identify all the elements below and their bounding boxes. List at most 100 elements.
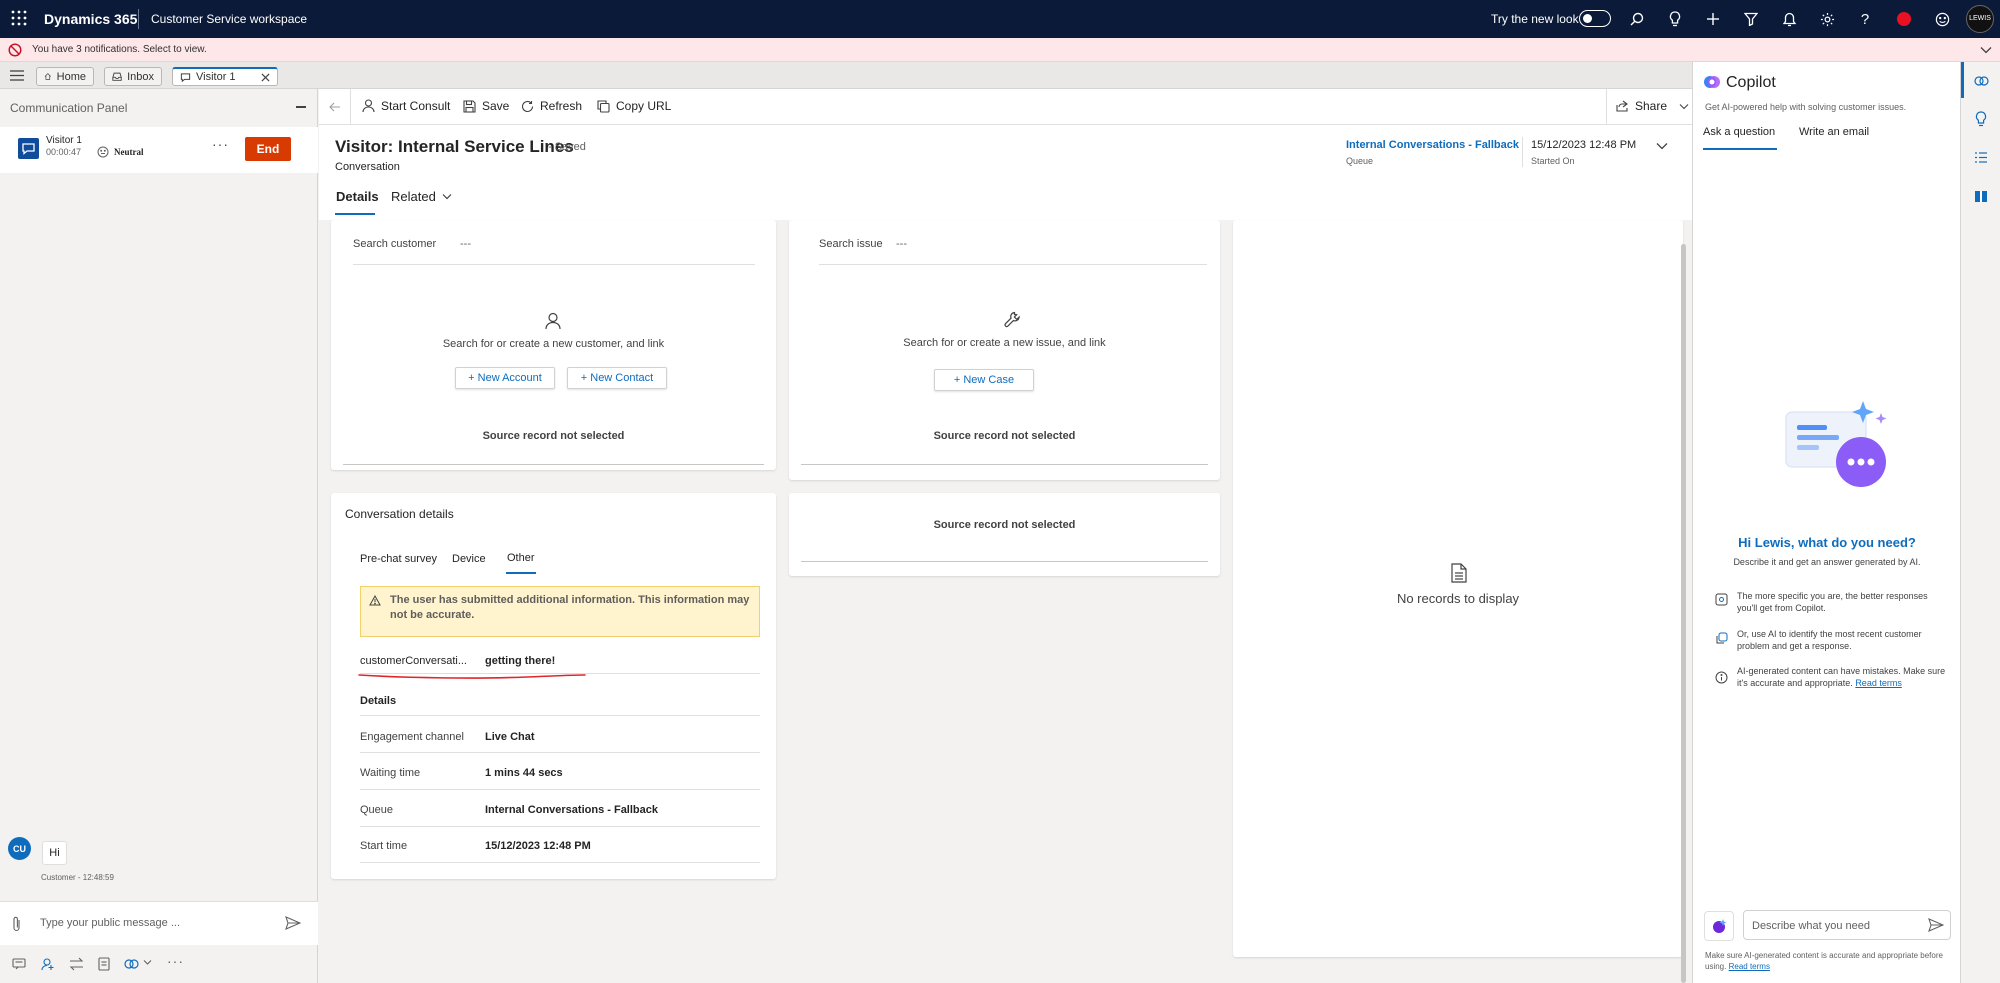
tab-home[interactable]: Home xyxy=(36,67,94,86)
record-save-status: - Saved xyxy=(548,141,586,153)
minimize-icon[interactable] xyxy=(296,106,306,108)
customer-avatar: CU xyxy=(8,837,31,860)
tab-pre-chat-survey[interactable]: Pre-chat survey xyxy=(360,553,437,565)
header-queue-label: Queue xyxy=(1346,156,1374,166)
filter-icon[interactable] xyxy=(1741,9,1761,29)
copilot-icon[interactable] xyxy=(124,957,139,971)
command-bar: Start Consult Save Refresh Copy URL Shar… xyxy=(319,89,1692,125)
new-look-toggle[interactable] xyxy=(1579,10,1611,27)
footer-read-terms-link[interactable]: Read terms xyxy=(1729,962,1770,971)
detail-label: Engagement channel xyxy=(360,731,464,743)
communication-panel: Communication Panel Visitor 1 00:00:47 N… xyxy=(0,89,318,983)
start-consult-button[interactable]: Start Consult xyxy=(362,99,450,113)
chevron-down-icon xyxy=(442,194,452,200)
hamburger-menu-icon[interactable] xyxy=(10,70,24,81)
help-icon[interactable]: ? xyxy=(1855,9,1875,29)
tab-inbox-label: Inbox xyxy=(127,70,154,83)
user-avatar[interactable]: LEWIS xyxy=(1966,5,1994,33)
copilot-input[interactable]: Describe what you need xyxy=(1743,910,1951,940)
person-icon xyxy=(545,312,561,330)
send-icon[interactable] xyxy=(1928,918,1944,932)
source-record-card: Source record not selected xyxy=(789,493,1220,576)
new-account-button[interactable]: + New Account xyxy=(455,367,555,389)
share-button[interactable]: Share xyxy=(1616,99,1689,113)
header-queue-link[interactable]: Internal Conversations - Fallback xyxy=(1346,139,1519,151)
session-name: Visitor 1 xyxy=(46,135,82,146)
more-options-icon[interactable]: ··· xyxy=(212,136,229,152)
rail-active-indicator xyxy=(1961,62,1964,98)
copilot-tip-identify: Or, use AI to identify the most recent c… xyxy=(1737,629,1922,651)
share-icon xyxy=(1616,100,1628,112)
search-customer-input[interactable]: --- xyxy=(460,238,471,250)
transfer-icon[interactable] xyxy=(69,957,84,971)
row-divider xyxy=(360,862,760,863)
plus-icon[interactable] xyxy=(1703,9,1723,29)
more-options-icon[interactable]: ··· xyxy=(167,953,184,969)
row-divider xyxy=(360,752,760,753)
tab-inbox[interactable]: Inbox xyxy=(104,67,162,86)
attachment-icon[interactable] xyxy=(12,916,21,932)
chevron-down-icon[interactable] xyxy=(1679,103,1689,110)
copilot-sparkle-icon xyxy=(1713,919,1727,933)
tab-visitor[interactable]: Visitor 1 xyxy=(172,67,278,86)
consult-agent-icon[interactable] xyxy=(41,957,55,971)
start-consult-label: Start Consult xyxy=(381,99,451,113)
custom-field-label: customerConversati... xyxy=(360,655,467,667)
content-scrollbar[interactable] xyxy=(1681,244,1686,983)
tab-other[interactable]: Other xyxy=(507,552,535,564)
app-launcher-icon[interactable] xyxy=(11,10,27,26)
tab-device[interactable]: Device xyxy=(452,553,486,565)
neutral-sentiment-icon xyxy=(97,146,109,158)
message-composer[interactable]: Type your public message ... xyxy=(0,901,318,945)
conversation-details-title: Conversation details xyxy=(345,507,454,521)
share-label: Share xyxy=(1635,99,1668,113)
message-input[interactable]: Type your public message ... xyxy=(40,917,180,929)
bell-icon[interactable] xyxy=(1779,9,1799,29)
notification-text[interactable]: You have 3 notifications. Select to view… xyxy=(32,44,207,55)
smart-assist-icon[interactable] xyxy=(1975,111,1987,127)
search-issue-input[interactable]: --- xyxy=(896,238,907,250)
brand-title[interactable]: Dynamics 365 xyxy=(44,11,137,27)
tab-details[interactable]: Details xyxy=(336,189,379,204)
read-terms-link[interactable]: Read terms xyxy=(1855,678,1902,688)
send-icon[interactable] xyxy=(285,916,301,930)
details-heading: Details xyxy=(360,695,397,707)
tab-ask-question[interactable]: Ask a question xyxy=(1703,126,1775,138)
notification-bar[interactable]: You have 3 notifications. Select to view… xyxy=(0,38,2000,62)
person-icon xyxy=(362,99,375,113)
end-session-button[interactable]: End xyxy=(245,137,291,161)
copilot-input-placeholder: Describe what you need xyxy=(1752,920,1871,932)
close-icon[interactable] xyxy=(261,72,270,82)
new-case-button[interactable]: + New Case xyxy=(934,369,1034,391)
blocked-icon xyxy=(8,43,22,57)
tab-related[interactable]: Related xyxy=(391,189,452,204)
lightbulb-icon[interactable] xyxy=(1665,9,1685,29)
save-button[interactable]: Save xyxy=(463,99,509,113)
notes-icon[interactable] xyxy=(98,957,111,971)
card-divider xyxy=(801,464,1208,465)
gear-icon[interactable] xyxy=(1817,9,1837,29)
header-expand-icon[interactable] xyxy=(1656,142,1668,150)
chevron-down-icon[interactable] xyxy=(143,959,152,966)
scripts-icon[interactable] xyxy=(1974,151,1988,164)
quick-replies-icon[interactable] xyxy=(12,957,26,971)
customer-source-status: Source record not selected xyxy=(482,430,625,442)
detail-label: Waiting time xyxy=(360,767,421,779)
smiley-icon[interactable] xyxy=(1932,9,1952,29)
search-icon[interactable] xyxy=(1627,9,1647,29)
conversation-details-card: Conversation details Pre-chat survey Dev… xyxy=(331,493,776,879)
new-contact-button[interactable]: + New Contact xyxy=(567,367,667,389)
chevron-down-icon[interactable] xyxy=(1980,45,1992,55)
copilot-rail-icon[interactable] xyxy=(1974,74,1989,88)
tab-write-email[interactable]: Write an email xyxy=(1799,126,1869,138)
knowledge-book-icon[interactable] xyxy=(1974,190,1988,203)
document-icon xyxy=(1451,563,1467,583)
form-content: Search customer --- Search for or create… xyxy=(319,220,1692,983)
header-started-label: Started On xyxy=(1531,156,1575,166)
back-arrow-icon[interactable] xyxy=(319,89,351,125)
refresh-button[interactable]: Refresh xyxy=(521,99,582,113)
info-icon xyxy=(1715,671,1728,684)
copilot-prompts-button[interactable] xyxy=(1704,911,1734,941)
copy-url-button[interactable]: Copy URL xyxy=(597,99,671,113)
presence-status-icon[interactable] xyxy=(1897,12,1911,26)
